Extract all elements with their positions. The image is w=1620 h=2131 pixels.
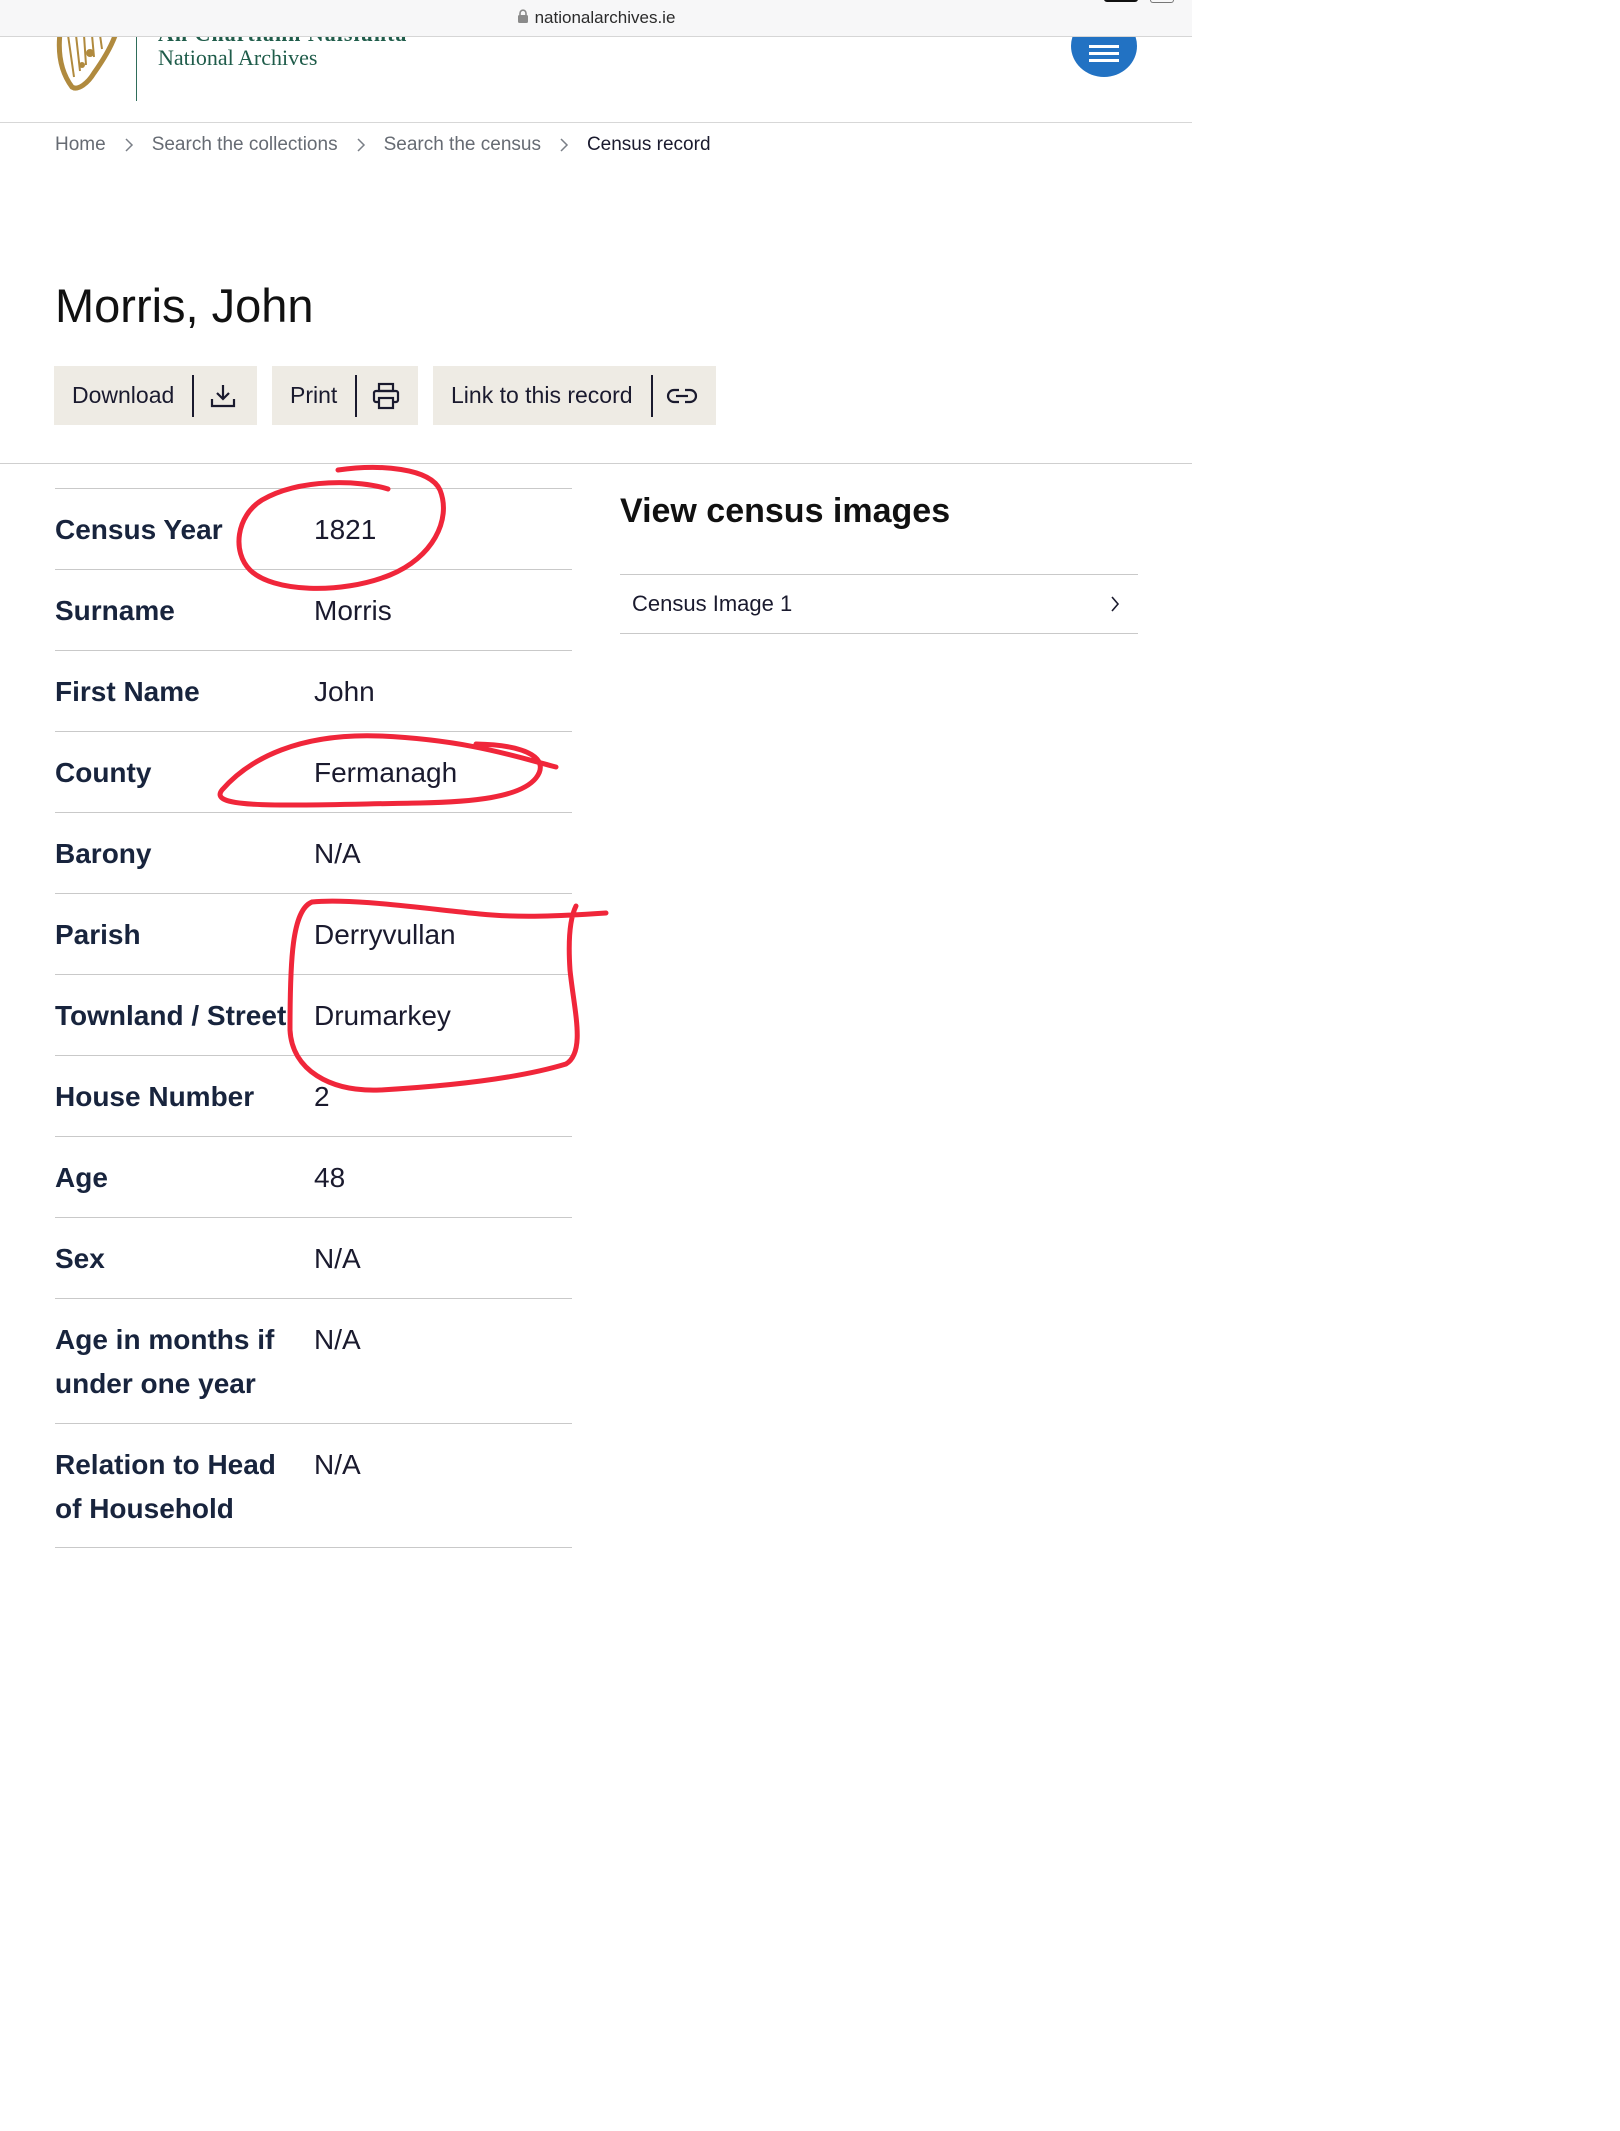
link-icon (653, 386, 711, 406)
download-icon (194, 383, 252, 409)
field-value: Derryvullan (314, 919, 456, 950)
download-button-label: Download (72, 382, 175, 408)
field-label: Townland / Street (55, 1000, 287, 1031)
field-label: Parish (55, 919, 141, 950)
field-label: County (55, 757, 152, 788)
census-images-heading: View census images (620, 492, 951, 530)
field-value: Drumarkey (314, 1000, 451, 1031)
field-label: Relation to Head of Household (55, 1449, 276, 1524)
logo-divider (136, 37, 137, 101)
field-label: House Number (55, 1081, 255, 1112)
chevron-right-icon (124, 137, 134, 153)
url-display[interactable]: nationalarchives.ie (0, 8, 1192, 29)
field-label: Age (55, 1162, 108, 1193)
field-label: First Name (55, 676, 200, 707)
field-label: Age in months if under one year (55, 1324, 275, 1399)
census-image-link[interactable]: Census Image 1 (620, 575, 1138, 633)
browser-address-bar[interactable]: nationalarchives.ie (0, 0, 1192, 37)
site-header: An Chartlann Náisiúnta National Archives (0, 37, 1192, 123)
field-value: N/A (314, 838, 361, 869)
printer-icon (357, 382, 415, 410)
field-label: Census Year (55, 514, 223, 545)
page: nationalarchives.ie An Chartlann Náisiún… (0, 0, 1192, 1567)
chevron-right-icon (559, 137, 569, 153)
url-text: nationalarchives.ie (534, 8, 676, 27)
detail-row-house-number: House Number 2 (55, 1055, 572, 1136)
breadcrumb-current: Census record (586, 134, 711, 155)
detail-row-county: County Fermanagh (55, 731, 572, 812)
detail-row-census-year: Census Year 1821 (55, 488, 572, 569)
record-details: Census Year 1821 Surname Morris First Na… (55, 488, 572, 1548)
breadcrumb-collections[interactable]: Search the collections (152, 134, 338, 156)
field-value: 2 (314, 1081, 330, 1112)
print-button[interactable]: Print (272, 366, 418, 425)
link-to-record-button[interactable]: Link to this record (433, 366, 716, 425)
harp-logo-icon[interactable] (54, 37, 120, 98)
field-value: N/A (314, 1324, 361, 1355)
chevron-right-icon (1110, 595, 1120, 618)
detail-row-barony: Barony N/A (55, 812, 572, 893)
breadcrumb-home[interactable]: Home (55, 134, 106, 156)
field-value: Morris (314, 595, 392, 626)
census-image-label: Census Image 1 (632, 591, 793, 616)
field-value: N/A (314, 1449, 361, 1480)
detail-row-townland: Townland / Street Drumarkey (55, 974, 572, 1055)
field-value: N/A (314, 1243, 361, 1274)
detail-row-age-months: Age in months if under one year N/A (55, 1298, 572, 1423)
lock-icon (517, 9, 529, 29)
detail-row-relation: Relation to Head of Household N/A (55, 1423, 572, 1548)
field-label: Surname (55, 595, 175, 626)
census-image-list: Census Image 1 (620, 574, 1138, 634)
field-value: 48 (314, 1162, 346, 1193)
field-label: Sex (55, 1243, 105, 1274)
hamburger-icon (1089, 45, 1119, 62)
status-icon (1104, 0, 1138, 2)
detail-row-sex: Sex N/A (55, 1217, 572, 1298)
detail-row-first-name: First Name John (55, 650, 572, 731)
status-indicators (1064, 0, 1174, 4)
page-title: Morris, John (55, 279, 314, 332)
logo-english-name[interactable]: National Archives (158, 45, 317, 71)
detail-row-age: Age 48 (55, 1136, 572, 1217)
field-value: John (314, 676, 375, 707)
download-button[interactable]: Download (54, 366, 257, 425)
link-button-label: Link to this record (451, 382, 633, 408)
battery-icon (1150, 0, 1174, 3)
section-divider (0, 463, 1192, 464)
breadcrumb-census[interactable]: Search the census (384, 134, 541, 156)
field-value: Fermanagh (314, 757, 458, 788)
field-value: 1821 (314, 514, 377, 545)
breadcrumb: Home Search the collections Search the c… (55, 134, 711, 156)
detail-row-parish: Parish Derryvullan (55, 893, 572, 974)
detail-row-surname: Surname Morris (55, 569, 572, 650)
print-button-label: Print (290, 382, 338, 408)
field-label: Barony (55, 838, 152, 869)
chevron-right-icon (356, 137, 366, 153)
menu-button[interactable] (1071, 37, 1137, 77)
